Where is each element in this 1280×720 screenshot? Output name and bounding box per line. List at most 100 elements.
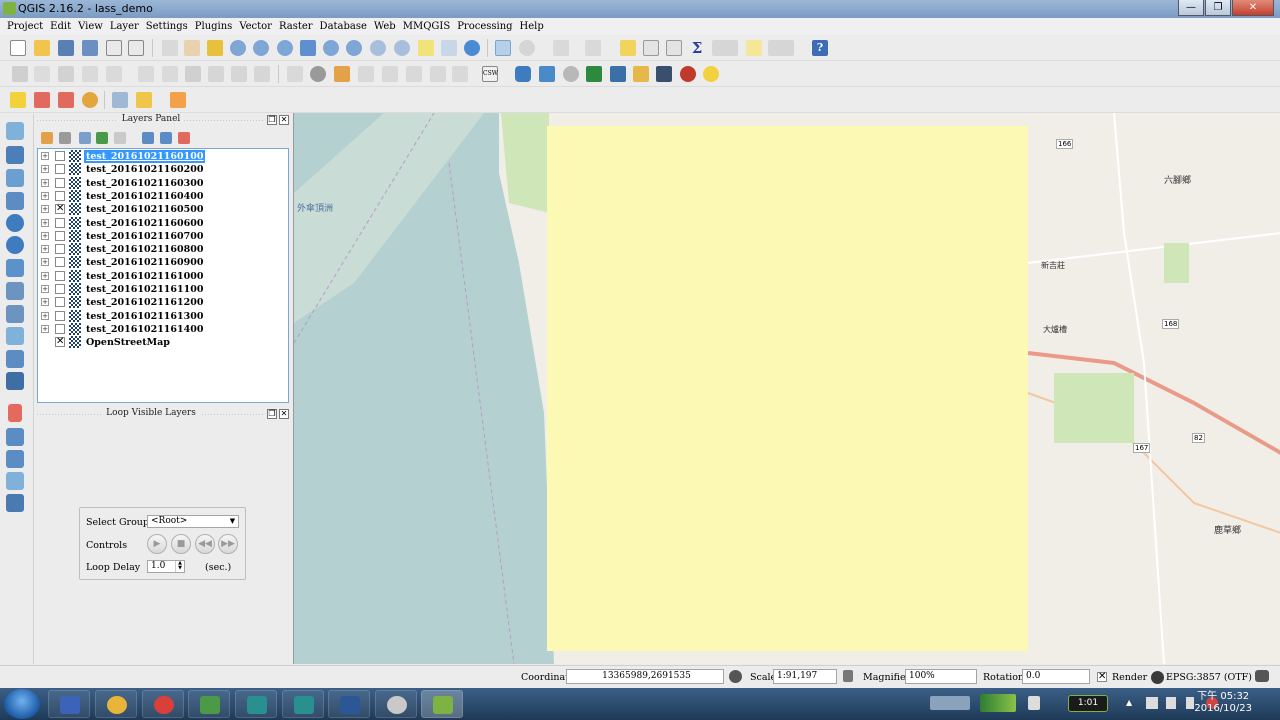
- taskbar-word[interactable]: [328, 690, 370, 718]
- layer-visibility-checkbox[interactable]: [55, 323, 65, 334]
- menu-layer[interactable]: Layer: [107, 18, 143, 35]
- float-panel-icon[interactable]: ❐: [267, 115, 277, 125]
- layer-row[interactable]: + test_20161021160600: [38, 216, 288, 230]
- rotation-spinbox[interactable]: 0.0: [1022, 669, 1090, 684]
- expand-icon[interactable]: +: [41, 285, 49, 293]
- open-project-icon[interactable]: [34, 40, 50, 56]
- expand-all-icon[interactable]: [142, 132, 154, 144]
- layer-visibility-checkbox[interactable]: [55, 284, 65, 294]
- statistics-sigma-icon[interactable]: Σ: [689, 40, 705, 56]
- layer-row[interactable]: + test_20161021160200: [38, 163, 288, 176]
- add-line-icon[interactable]: [34, 92, 50, 108]
- new-bookmark-icon[interactable]: [418, 40, 434, 56]
- tray-badge[interactable]: 1:01: [1068, 695, 1108, 712]
- layer-row[interactable]: + test_20161021160100: [38, 150, 288, 163]
- filter-legend-icon[interactable]: [96, 132, 108, 144]
- save-edits-icon[interactable]: [58, 66, 74, 82]
- expand-icon[interactable]: +: [41, 245, 49, 254]
- delete-selected-icon[interactable]: [162, 66, 178, 82]
- color-picker-icon[interactable]: [170, 92, 186, 108]
- map-tips-icon[interactable]: [746, 40, 762, 56]
- add-raster-layer-icon[interactable]: [6, 146, 24, 164]
- layers-plugin-icon[interactable]: [610, 66, 626, 82]
- layer-row[interactable]: + ✕ test_20161021160500: [38, 203, 288, 216]
- save-project-icon[interactable]: [58, 40, 74, 56]
- scale-combobox[interactable]: 1:91,197: [773, 669, 837, 684]
- lock-icon[interactable]: [843, 670, 853, 682]
- layer-visibility-checkbox[interactable]: [55, 297, 65, 308]
- menu-plugins[interactable]: Plugins: [192, 18, 237, 35]
- add-postgis-icon[interactable]: [6, 169, 24, 187]
- layer-row[interactable]: + test_20161021161300: [38, 309, 288, 323]
- add-vector-layer-icon[interactable]: [6, 122, 24, 140]
- zoom-last-icon[interactable]: [370, 40, 386, 56]
- add-wcs-icon[interactable]: [6, 236, 24, 254]
- flag-icon[interactable]: [1166, 697, 1176, 709]
- deselect-icon[interactable]: [620, 40, 636, 56]
- filter-expression-icon[interactable]: [114, 132, 126, 144]
- layer-visibility-checkbox[interactable]: [55, 217, 65, 228]
- layer-row[interactable]: ✕ OpenStreetMap: [38, 336, 288, 349]
- add-group-icon[interactable]: [59, 132, 71, 144]
- expand-icon[interactable]: +: [41, 298, 49, 307]
- show-bookmarks-icon[interactable]: [441, 40, 457, 56]
- layer-row[interactable]: + test_20161021160700: [38, 229, 288, 243]
- zoom-selection-icon[interactable]: [323, 40, 339, 56]
- add-wfs-icon[interactable]: [6, 259, 24, 277]
- crosshair-icon[interactable]: [8, 404, 22, 422]
- taskbar-app-8[interactable]: [375, 690, 417, 718]
- plugin-grid-icon[interactable]: [539, 66, 555, 82]
- add-feature-icon[interactable]: [82, 66, 98, 82]
- change-label-icon[interactable]: [452, 66, 468, 82]
- menu-web[interactable]: Web: [371, 18, 400, 35]
- expand-icon[interactable]: +: [41, 191, 49, 200]
- zoom-in-icon[interactable]: [230, 40, 246, 56]
- node-tool-icon[interactable]: [138, 66, 154, 82]
- close-panel-icon[interactable]: ✕: [279, 115, 289, 125]
- menu-help[interactable]: Help: [517, 18, 548, 35]
- next-button[interactable]: ▶▶: [218, 534, 238, 554]
- layer-visibility-checkbox[interactable]: [55, 164, 65, 175]
- layer-row[interactable]: + test_20161021160800: [38, 243, 288, 256]
- menu-view[interactable]: View: [75, 18, 107, 35]
- expand-icon[interactable]: +: [41, 311, 49, 320]
- expand-icon[interactable]: +: [41, 218, 49, 227]
- database-plugin-icon[interactable]: [656, 66, 672, 82]
- loop-delay-spinbox[interactable]: 1.0 ▲ ▼: [147, 560, 185, 573]
- pin-labels-icon[interactable]: [358, 66, 374, 82]
- current-edits-icon[interactable]: [12, 66, 28, 82]
- minimize-button[interactable]: —: [1178, 0, 1204, 16]
- menu-raster[interactable]: Raster: [276, 18, 317, 35]
- copy-features-icon[interactable]: [231, 66, 247, 82]
- battery-meter-icon[interactable]: [980, 694, 1016, 712]
- new-spatialite-icon[interactable]: [6, 350, 24, 368]
- layer-visibility-checkbox[interactable]: [55, 177, 65, 188]
- settings-gear-icon[interactable]: [563, 66, 579, 82]
- gps-plugin-icon[interactable]: [82, 92, 98, 108]
- tray-language-icon[interactable]: [930, 696, 970, 710]
- show-labels-icon[interactable]: [382, 66, 398, 82]
- system-clock[interactable]: 下午 05:32 2016/10/23: [1194, 691, 1252, 715]
- paste-features-icon[interactable]: [254, 66, 270, 82]
- label-tool-icon[interactable]: [287, 66, 303, 82]
- menu-settings[interactable]: Settings: [143, 18, 192, 35]
- cut-features-icon[interactable]: [208, 66, 224, 82]
- offline-editing-icon[interactable]: [6, 450, 24, 468]
- select-group-dropdown[interactable]: <Root> ▼: [147, 515, 239, 528]
- menu-database[interactable]: Database: [317, 18, 371, 35]
- edit-line-icon[interactable]: [58, 92, 74, 108]
- power-icon[interactable]: [1186, 697, 1194, 709]
- layer-visibility-checkbox[interactable]: [55, 230, 65, 241]
- close-button[interactable]: ✕: [1232, 0, 1274, 16]
- print-composer-icon[interactable]: [106, 40, 122, 56]
- network-icon[interactable]: [1028, 696, 1040, 710]
- rotate-label-icon[interactable]: [430, 66, 446, 82]
- python-console-icon[interactable]: [515, 66, 531, 82]
- new-shapefile-icon[interactable]: [6, 327, 24, 345]
- zoom-out-icon[interactable]: [253, 40, 269, 56]
- maximize-button[interactable]: ❐: [1205, 0, 1231, 16]
- new-memory-layer-icon[interactable]: [6, 372, 24, 390]
- taskbar-chrome[interactable]: [95, 690, 137, 718]
- zoom-actual-icon[interactable]: [277, 40, 293, 56]
- crs-globe-icon[interactable]: [1151, 671, 1164, 684]
